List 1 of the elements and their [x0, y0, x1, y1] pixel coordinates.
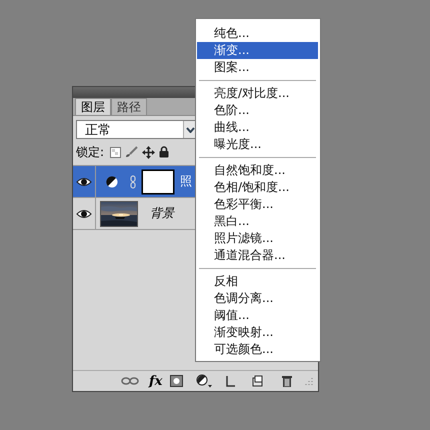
lock-label: 锁定:: [76, 144, 104, 160]
